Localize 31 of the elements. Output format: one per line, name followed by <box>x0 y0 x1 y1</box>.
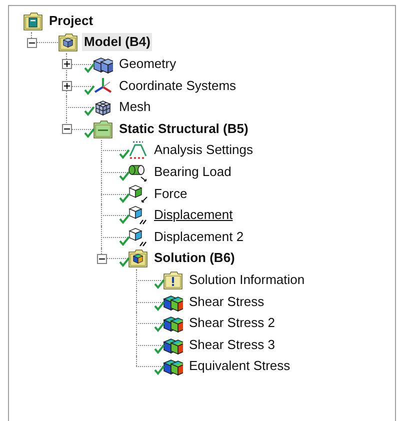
cube-icon <box>128 226 148 247</box>
collapse-icon[interactable] <box>96 254 106 264</box>
cube-icon <box>128 184 148 204</box>
folder-icon <box>23 10 43 31</box>
tree-item[interactable]: Equivalent Stress <box>187 357 292 376</box>
collapse-icon[interactable] <box>62 124 72 134</box>
tree-item[interactable]: Coordinate Systems <box>117 76 238 95</box>
tree-item[interactable]: Static Structural (B5) <box>117 120 250 138</box>
cube-icon <box>128 205 148 226</box>
tree-item[interactable]: Analysis Settings <box>152 141 255 160</box>
tree-item[interactable]: Force <box>152 184 190 203</box>
tree-item[interactable]: Solution (B6) <box>152 249 237 268</box>
folder-icon <box>93 118 113 139</box>
tree-item[interactable]: Shear Stress <box>187 292 266 311</box>
tree-item[interactable]: Model (B4) <box>82 33 152 52</box>
tree-item[interactable]: Shear Stress 2 <box>187 314 277 332</box>
tree-item[interactable]: Shear Stress 3 <box>187 336 277 354</box>
collapse-icon[interactable] <box>26 38 36 48</box>
tree-item[interactable]: Mesh <box>117 98 153 116</box>
tree-item[interactable]: Bearing Load <box>152 162 234 181</box>
folder-icon <box>58 32 78 52</box>
folder-icon <box>128 248 148 268</box>
tree-item[interactable]: Solution Information <box>187 270 307 289</box>
tree-item[interactable]: Geometry <box>117 54 178 73</box>
tree-item[interactable]: Project <box>47 12 96 30</box>
tree-item[interactable]: Displacement <box>152 206 235 224</box>
curve-icon <box>128 140 148 160</box>
expand-icon[interactable] <box>62 59 72 70</box>
expand-icon[interactable] <box>62 80 72 91</box>
folder-icon <box>163 270 183 290</box>
tree-item[interactable]: Displacement 2 <box>152 228 246 246</box>
